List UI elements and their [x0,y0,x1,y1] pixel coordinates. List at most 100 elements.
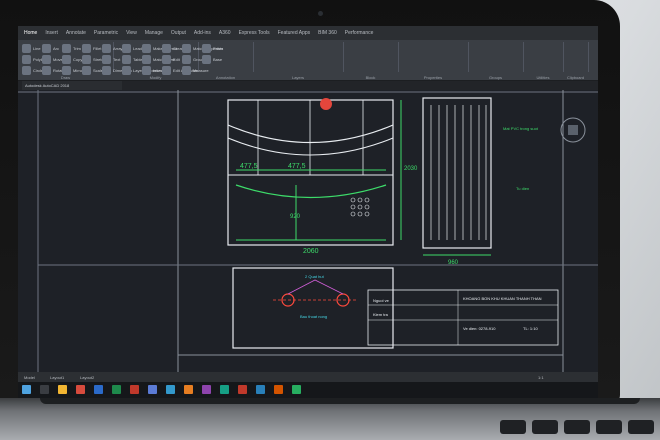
ribbon-group-label: Utilities [536,75,550,80]
ribbon-tab-add-ins[interactable]: Add-ins [194,30,211,36]
edit-attributes-icon[interactable] [162,66,171,75]
line-icon[interactable] [22,44,31,53]
stretch-icon[interactable] [82,55,91,64]
edit-icon[interactable] [162,55,171,64]
polyline-icon[interactable] [22,55,31,64]
ribbon-tab-insert[interactable]: Insert [45,30,58,36]
group-icon[interactable] [182,55,191,64]
key [564,420,590,434]
ribbon-button-label[interactable]: Text [113,57,120,62]
make-current-icon[interactable] [142,44,151,53]
fillet-icon[interactable] [82,44,91,53]
ribbon-tab-home[interactable]: Home [24,30,37,36]
ribbon-group-groups: Groups [468,42,524,80]
mirror-icon[interactable] [62,66,71,75]
leader-icon[interactable] [122,44,131,53]
label-quat: 2 Quat hut [305,274,325,279]
start-icon[interactable] [22,385,31,394]
ribbon-panel: Draw Modify Annotation Layers Block Propertie… [18,40,598,81]
side-view-slats [430,105,487,240]
ribbon-button-label[interactable]: Edit [173,57,180,62]
laptop-keyboard-deck [0,398,660,440]
status-scale[interactable]: 1:1 [538,375,544,380]
chrome-icon[interactable] [76,385,85,394]
screen: Home Insert Annotate Parametric View Manage Ou… [18,26,598,398]
ribbon-button-label[interactable]: Fillet [93,46,101,51]
text-icon[interactable] [102,55,111,64]
drawing-canvas[interactable]: 477,5 477,5 2060 920 2030 960 Mat PVC tr… [18,90,598,372]
ribbon-button-label[interactable]: Copy [73,57,82,62]
ribbon-tab-performance[interactable]: Performance [345,30,374,36]
laptop: Home Insert Annotate Parametric View Manage Ou… [0,0,660,440]
measure-icon[interactable] [182,66,191,75]
ribbon-button-label[interactable]: Paste [213,46,223,51]
app-icon-3[interactable] [184,385,193,394]
app-icon-6[interactable] [238,385,247,394]
ribbon-button-label[interactable]: Line [33,46,41,51]
ribbon-tab-bim-360[interactable]: BIM 360 [318,30,337,36]
ribbon-group-clipboard: Clipboard [563,42,589,80]
rotate-icon[interactable] [42,66,51,75]
app-icon-5[interactable] [220,385,229,394]
table-icon[interactable] [122,55,131,64]
ribbon-tab-manage[interactable]: Manage [145,30,163,36]
match-properties-icon[interactable] [182,44,191,53]
ribbon-button-label[interactable]: Measure [193,68,209,73]
windows-taskbar [18,382,598,398]
circle-icon[interactable] [22,66,31,75]
document-tab[interactable]: Autodesk AutoCAD 2018 [22,81,122,90]
key [596,420,622,434]
layer-properties-icon[interactable] [122,66,131,75]
match-layer-icon[interactable] [142,55,151,64]
status-layout1-tab[interactable]: Layout1 [50,375,64,380]
ribbon-tab-parametric[interactable]: Parametric [94,30,118,36]
front-view-arc-2 [227,137,394,156]
app-icon-4[interactable] [202,385,211,394]
plan-view-outline [232,267,394,349]
autocad-icon[interactable] [130,385,139,394]
key [532,420,558,434]
front-view-arc-top [227,124,394,144]
paste-icon[interactable] [202,44,211,53]
hinge [40,398,640,404]
trim-icon[interactable] [62,44,71,53]
side-view-outline [422,97,492,249]
app-icon-7[interactable] [256,385,265,394]
copy-icon[interactable] [62,55,71,64]
arc-icon[interactable] [42,44,51,53]
app-icon-2[interactable] [166,385,175,394]
ribbon-tab-express-tools[interactable]: Express Tools [239,30,270,36]
insert-icon[interactable] [142,66,151,75]
ribbon-tab-view[interactable]: View [126,30,137,36]
ribbon-tab-output[interactable]: Output [171,30,186,36]
ribbon-group-utilities: Utilities [523,42,564,80]
dim-text-1: 477,5 [240,163,258,170]
array-icon[interactable] [102,44,111,53]
ribbon-tab-annotate[interactable]: Annotate [66,30,86,36]
excel-icon[interactable] [112,385,121,394]
status-model-tab[interactable]: Model [24,375,35,380]
search-icon[interactable] [40,385,49,394]
word-icon[interactable] [94,385,103,394]
base-icon[interactable] [202,55,211,64]
move-icon[interactable] [42,55,51,64]
create-icon[interactable] [162,44,171,53]
document-tab-label: Autodesk AutoCAD 2018 [25,83,70,88]
app-icon[interactable] [148,385,157,394]
status-layout2-tab[interactable]: Layout2 [80,375,94,380]
ribbon-tab-a360[interactable]: A360 [219,30,231,36]
app-icon-9[interactable] [292,385,301,394]
cad-drawing: 477,5 477,5 2060 920 2030 960 Mat PVC tr… [18,90,598,372]
status-bar: Model Layout1 Layout2 1:1 [18,372,598,382]
app-icon-8[interactable] [274,385,283,394]
ribbon-group-label: Annotation [215,75,236,80]
scale-icon[interactable] [82,66,91,75]
ribbon-button-label[interactable]: Trim [73,46,81,51]
webcam [318,11,323,16]
title-block-name: KHOANG BON KHU KHUAN THANH THAN [463,296,542,301]
ribbon-tab-featured-apps[interactable]: Featured Apps [278,30,311,36]
folder-icon[interactable] [58,385,67,394]
ribbon-button-label[interactable]: Arc [53,46,59,51]
dimension-icon[interactable] [102,66,111,75]
ribbon-button-label[interactable]: Base [213,57,222,62]
